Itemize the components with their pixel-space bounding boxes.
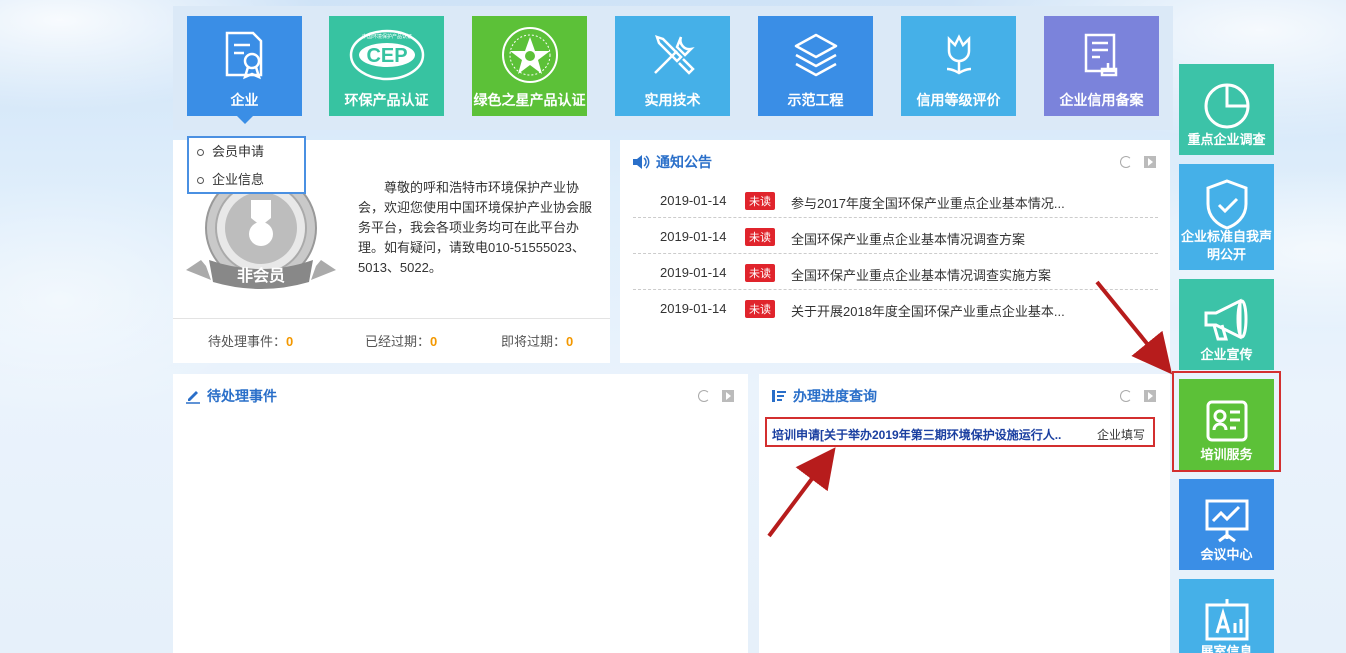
certificate-icon	[187, 26, 302, 84]
notice-item[interactable]: 2019-01-14 未读 参与2017年度全国环保产业重点企业基本情况...	[633, 183, 1158, 218]
member-badge-label: 非会员	[236, 268, 285, 285]
progress-item-status: 企业填写	[1096, 428, 1145, 442]
tile-label: 企业	[230, 92, 259, 108]
tile-green-star-cert[interactable]: 绿色之星产品认证	[472, 16, 587, 116]
menu-item-member-apply[interactable]: 会员申请	[189, 138, 304, 166]
stat-value: 0	[430, 334, 438, 349]
easel-icon	[1179, 591, 1274, 651]
enterprise-dropdown-menu: 会员申请 企业信息	[187, 136, 306, 194]
list-icon	[772, 390, 786, 402]
tile-credit-rating[interactable]: 信用等级评价	[901, 16, 1016, 116]
sidebar-enterprise-promotion[interactable]: 企业宣传	[1179, 279, 1274, 370]
sidebar-label: 重点企业调查	[1187, 132, 1266, 147]
notice-item[interactable]: 2019-01-14 未读 全国环保产业重点企业基本情况调查方案	[633, 219, 1158, 254]
notice-date: 2019-01-14	[660, 229, 727, 244]
shield-icon	[1179, 174, 1274, 234]
cep-logo-subtext: 中国环境保护产品认证	[361, 33, 411, 40]
tile-credit-filing[interactable]: 企业信用备案	[1044, 16, 1159, 116]
more-arrow-icon[interactable]	[1144, 390, 1156, 402]
tile-demo-project[interactable]: 示范工程	[758, 16, 873, 116]
progress-item-highlighted[interactable]: 培训申请[关于举办2019年第三期环境保护设施运行人.. 企业填写	[765, 417, 1155, 447]
unread-badge: 未读	[745, 228, 775, 246]
sidebar-key-enterprise-survey[interactable]: 重点企业调查	[1179, 64, 1274, 155]
sidebar-label: 企业宣传	[1200, 347, 1253, 362]
panel-title-text: 待处理事件	[207, 388, 277, 404]
cep-logo-text: CEP	[366, 45, 407, 67]
notice-title[interactable]: 全国环保产业重点企业基本情况调查方案	[791, 229, 1025, 248]
notice-title[interactable]: 全国环保产业重点企业基本情况调查实施方案	[791, 265, 1051, 284]
menu-item-enterprise-info[interactable]: 企业信息	[189, 166, 304, 194]
notice-title[interactable]: 参与2017年度全国环保产业重点企业基本情况...	[791, 193, 1065, 212]
presentation-icon	[1179, 491, 1274, 551]
sidebar-label: 会议中心	[1200, 547, 1253, 562]
notice-date: 2019-01-14	[660, 265, 727, 280]
stat-label: 即将过期：	[501, 334, 567, 349]
cep-logo: CEP 中国环境保护产品认证	[329, 26, 444, 84]
sidebar-exhibition-info[interactable]: 展室信息	[1179, 579, 1274, 653]
wrench-screwdriver-icon	[615, 26, 730, 84]
tile-enterprise[interactable]: 企业	[187, 16, 302, 124]
refresh-icon[interactable]	[698, 390, 710, 402]
pending-header: 待处理事件	[185, 386, 277, 406]
stat-value: 0	[566, 334, 574, 349]
notice-item[interactable]: 2019-01-14 未读 关于开展2018年度全国环保产业重点企业基本...	[633, 291, 1158, 325]
panel-title-text: 通知公告	[656, 154, 712, 170]
notice-item[interactable]: 2019-01-14 未读 全国环保产业重点企业基本情况调查实施方案	[633, 255, 1158, 290]
more-arrow-icon[interactable]	[722, 390, 734, 402]
stat-label: 待处理事件：	[208, 334, 287, 349]
sidebar-standard-declaration[interactable]: 企业标准自我声明公开	[1179, 164, 1274, 270]
unread-badge: 未读	[745, 264, 775, 282]
refresh-icon[interactable]	[1120, 156, 1132, 168]
sidebar-meeting-center[interactable]: 会议中心	[1179, 479, 1274, 570]
notices-header: 通知公告	[632, 152, 712, 172]
panel-controls	[698, 390, 734, 402]
unread-badge: 未读	[745, 192, 775, 210]
notice-title[interactable]: 关于开展2018年度全国环保产业重点企业基本...	[791, 301, 1065, 320]
panel-controls	[1120, 390, 1156, 402]
layers-icon	[758, 26, 873, 84]
menu-item-label: 会员申请	[212, 144, 265, 159]
document-stamp-icon	[1044, 26, 1159, 84]
megaphone-icon	[1179, 291, 1274, 351]
flower-icon	[901, 26, 1016, 84]
progress-panel: 办理进度查询	[759, 374, 1170, 653]
tile-label: 环保产品认证	[344, 92, 429, 108]
stat-pending[interactable]: 待处理事件：0	[208, 331, 293, 350]
unread-badge: 未读	[745, 300, 775, 318]
tile-practical-tech[interactable]: 实用技术	[615, 16, 730, 116]
tile-label: 示范工程	[787, 92, 844, 108]
notices-panel: 通知公告 2019-01-14 未读 参与2017年度全国环保产业重点企业基本情…	[620, 140, 1170, 363]
pending-panel: 待处理事件	[173, 374, 748, 653]
radio-bullet-icon	[197, 177, 204, 185]
sidebar-label: 企业标准自我声明公开	[1180, 229, 1272, 262]
welcome-text: 尊敬的呼和浩特市环境保护产业协会，欢迎您使用中国环境保护产业协会服务平台，我会各…	[358, 180, 593, 275]
progress-item-title[interactable]: 培训申请[关于举办2019年第三期环境保护设施运行人..	[772, 426, 1061, 443]
stat-expiring[interactable]: 即将过期：0	[501, 331, 573, 350]
green-star-logo	[472, 26, 587, 84]
stat-label: 已经过期：	[365, 334, 431, 349]
progress-header: 办理进度查询	[771, 386, 877, 406]
panel-controls	[1120, 156, 1156, 168]
tile-label: 企业信用备案	[1059, 92, 1144, 108]
tile-label: 信用等级评价	[916, 92, 1001, 108]
refresh-icon[interactable]	[1120, 390, 1132, 402]
notice-date: 2019-01-14	[660, 301, 727, 316]
top-nav-bar: 企业 CEP 中国环境保护产品认证 环保产品认证 绿色之星产品认证 实用技术 示…	[173, 6, 1173, 130]
highlight-box-training	[1172, 371, 1281, 472]
stat-expired[interactable]: 已经过期：0	[365, 331, 437, 350]
more-arrow-icon[interactable]	[1144, 156, 1156, 168]
stat-value: 0	[286, 334, 294, 349]
notice-date: 2019-01-14	[660, 193, 727, 208]
menu-item-label: 企业信息	[212, 172, 265, 187]
sidebar-label: 展室信息	[1200, 644, 1253, 653]
tile-label: 绿色之星产品认证	[473, 92, 586, 108]
radio-bullet-icon	[197, 149, 204, 157]
pencil-icon	[186, 391, 200, 404]
stats-bar: 待处理事件：0 已经过期：0 即将过期：0	[173, 318, 610, 363]
speaker-icon	[633, 155, 650, 169]
pie-chart-icon	[1179, 76, 1274, 136]
panel-title-text: 办理进度查询	[793, 388, 877, 404]
tile-label: 实用技术	[644, 92, 701, 108]
tile-eco-product-cert[interactable]: CEP 中国环境保护产品认证 环保产品认证	[329, 16, 444, 116]
